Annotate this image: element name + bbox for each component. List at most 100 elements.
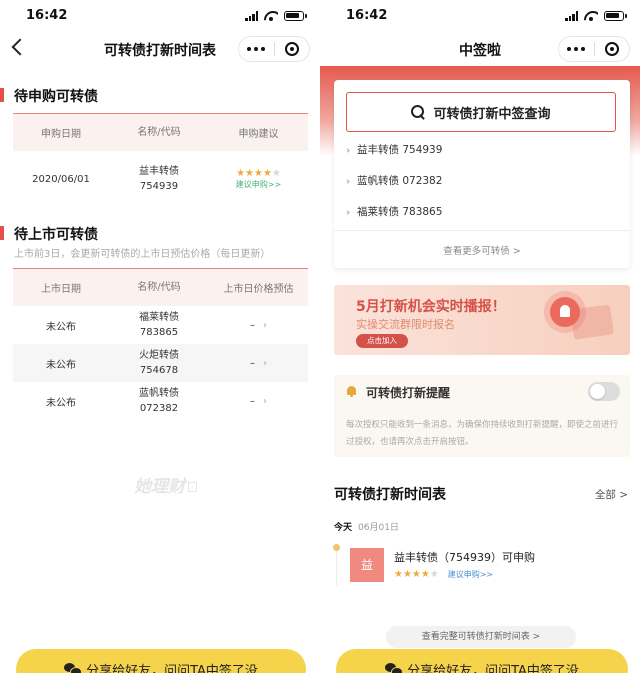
join-button[interactable]: 点击加入 — [356, 334, 408, 348]
watermark-logo: 她理财 · — [134, 472, 197, 497]
bond-code: 072382 — [139, 403, 179, 414]
listing-date: 未公布 — [46, 397, 76, 409]
price-cell: – › — [209, 396, 308, 407]
price-estimate: – — [250, 319, 255, 331]
bond-name: 蓝帆转债 — [139, 388, 179, 399]
bond-code: 754678 — [139, 365, 179, 376]
mini-program-capsule — [238, 36, 310, 62]
left-screen: 16:42 可转债打新时间表 待申购可转债 申购日期 名称/代码 申购建议 20… — [0, 0, 320, 673]
price-cell: – › — [209, 358, 308, 369]
nav-bar: 可转债打新时间表 — [0, 32, 320, 66]
chevron-icon — [345, 178, 350, 184]
status-icons — [565, 11, 627, 21]
listing-date: 未公布 — [46, 359, 76, 371]
table-row[interactable]: 2020/06/01 益丰转债 754939 ★★★★★ 建议申购>> — [13, 151, 308, 207]
column-header: 名称/代码 — [137, 127, 181, 138]
reminder-title: 可转债打新提醒 — [366, 386, 451, 400]
price-estimate: – — [250, 395, 255, 407]
advice-link[interactable]: 建议申购>> — [209, 179, 308, 190]
schedule-bond-meta: ★★★★★ 建议申购>> — [394, 569, 493, 580]
bond-label: 蓝帆转债 072382 — [357, 175, 443, 187]
battery-icon — [604, 11, 627, 21]
wifi-icon — [584, 11, 598, 21]
pending-table: 申购日期 名称/代码 申购建议 2020/06/01 益丰转债 754939 ★… — [13, 113, 308, 207]
signal-icon — [565, 11, 578, 21]
bond-list-item[interactable]: 福莱转债 783865 — [345, 204, 443, 219]
reminder-panel: 可转债打新提醒 每次授权只能收到一条消息，为确保你持续收到打新提醒，即使之前进行… — [334, 375, 630, 457]
reminder-toggle[interactable] — [588, 382, 620, 401]
more-icon[interactable] — [239, 47, 274, 51]
full-schedule-link[interactable]: 查看完整可转债打新时间表 > — [386, 626, 576, 648]
chevron-right-icon: › — [263, 319, 267, 331]
promo-title: 5月打新机会实时播报！ — [356, 299, 506, 315]
wifi-icon — [264, 11, 278, 21]
rating-stars: ★★★★★ — [394, 569, 439, 580]
timeline-line — [336, 546, 337, 586]
query-card: 可转债打新中签查询 益丰转债 754939 蓝帆转债 072382 福莱转债 7… — [334, 80, 630, 268]
bond-label: 益丰转债 754939 — [357, 144, 443, 156]
bond-name: 火炬转债 — [139, 350, 179, 361]
bond-code: 754939 — [139, 181, 179, 192]
column-header: 申购日期 — [41, 129, 81, 140]
chevron-icon — [345, 209, 350, 215]
price-estimate: – — [250, 357, 255, 369]
listing-subtitle: 上市前3日，会更新可转债的上市日预估价格（每日更新） — [14, 249, 271, 260]
more-icon[interactable] — [559, 47, 594, 51]
timeline-dot — [333, 544, 340, 551]
search-icon — [411, 105, 425, 119]
table-row[interactable]: 未公布 火炬转债 754678 – › — [13, 344, 308, 382]
bond-list-item[interactable]: 益丰转债 754939 — [345, 142, 443, 157]
bond-code: 783865 — [139, 327, 179, 338]
bond-name-code: 福莱转债 783865 — [109, 310, 209, 340]
nav-bar: 中签啦 — [320, 32, 640, 66]
bond-name-code: 火炬转债 754678 — [109, 348, 209, 378]
bond-name: 益丰转债 — [139, 166, 179, 177]
table-header: 上市日期 名称/代码 上市日价格预估 — [13, 268, 308, 306]
status-time: 16:42 — [346, 8, 388, 23]
share-button[interactable]: 分享给好友，问问TA中签了没 — [336, 649, 628, 673]
column-header: 上市日价格预估 — [223, 284, 294, 295]
today-date: 06月01日 — [358, 523, 399, 533]
lottery-query-button[interactable]: 可转债打新中签查询 — [346, 92, 616, 132]
right-screen: 16:42 中签啦 可转债打新中签查询 益丰转债 754939 蓝帆转债 072… — [320, 0, 640, 673]
today-label: 今天 06月01日 — [334, 520, 399, 533]
chevron-right-icon: › — [263, 357, 267, 369]
bond-badge: 益 — [350, 548, 384, 582]
bond-name-code: 蓝帆转债 072382 — [109, 386, 209, 416]
status-bar: 16:42 — [320, 0, 640, 32]
bond-label: 福莱转债 783865 — [357, 206, 443, 218]
signal-icon — [245, 11, 258, 21]
bond-name-code: 益丰转债 754939 — [109, 164, 209, 194]
bond-name: 福莱转债 — [139, 312, 179, 323]
today-text: 今天 — [334, 523, 353, 533]
reminder-description: 每次授权只能收到一条消息，为确保你持续收到打新提醒，即使之前进行过授权，也请再次… — [346, 420, 619, 447]
chevron-right-icon: › — [263, 395, 267, 407]
column-header: 申购建议 — [238, 129, 279, 140]
schedule-bond-name[interactable]: 益丰转债（754939）可申购 — [394, 549, 535, 565]
listing-table: 上市日期 名称/代码 上市日价格预估 未公布 福莱转债 783865 – › 未公… — [13, 268, 308, 420]
close-target-icon[interactable] — [594, 42, 629, 56]
rating-stars: ★★★★★ — [236, 168, 281, 179]
chevron-icon — [345, 147, 350, 153]
more-bonds-link[interactable]: 查看更多可转债 > — [334, 243, 630, 257]
advice-link[interactable]: 建议申购>> — [448, 570, 493, 579]
table-row[interactable]: 未公布 蓝帆转债 072382 – › — [13, 382, 308, 420]
table-row[interactable]: 未公布 福莱转债 783865 – › — [13, 306, 308, 344]
bell-icon — [550, 297, 580, 327]
promo-subtitle: 实操交流群限时报名 — [356, 318, 455, 331]
price-cell: – › — [209, 320, 308, 331]
column-header: 名称/代码 — [137, 282, 181, 293]
bond-list-item[interactable]: 蓝帆转债 072382 — [345, 173, 443, 188]
status-bar: 16:42 — [0, 0, 320, 32]
mini-program-capsule — [558, 36, 630, 62]
share-label: 分享给好友，问问TA中签了没 — [407, 663, 579, 673]
advice-cell: ★★★★★ 建议申购>> — [209, 168, 308, 190]
share-button[interactable]: 分享给好友，问问TA中签了没 — [16, 649, 306, 673]
pending-section-title: 待申购可转债 — [0, 86, 98, 106]
wechat-icon — [64, 662, 83, 673]
promo-banner[interactable]: 5月打新机会实时播报！ 实操交流群限时报名 点击加入 — [334, 285, 630, 355]
listing-date: 未公布 — [46, 321, 76, 333]
apply-date: 2020/06/01 — [32, 173, 90, 185]
close-target-icon[interactable] — [274, 42, 309, 56]
view-all-link[interactable]: 全部 > — [595, 487, 628, 502]
